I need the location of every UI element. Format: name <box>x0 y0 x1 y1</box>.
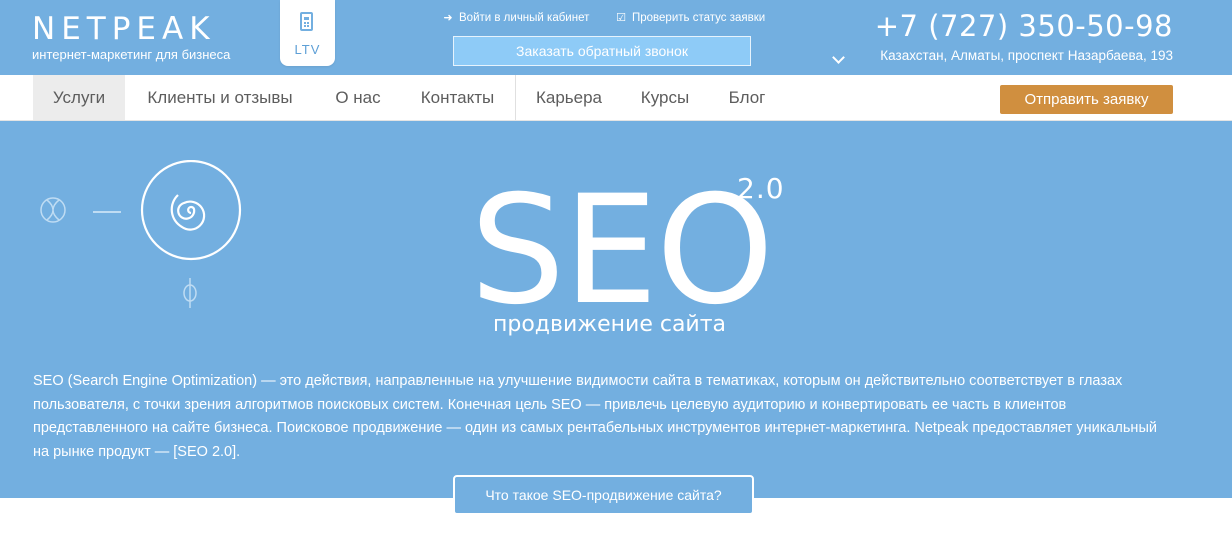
what-is-seo-button[interactable]: Что такое SEO-продвижение сайта? <box>453 475 754 515</box>
nav-item-blog[interactable]: Блог <box>708 75 786 120</box>
account-link[interactable]: ➜ Войти в личный кабинет <box>442 11 589 25</box>
nav-item-services[interactable]: Услуги <box>33 75 125 120</box>
status-link-label: Проверить статус заявки <box>632 12 766 24</box>
chevron-down-icon[interactable] <box>832 51 845 64</box>
logo-tagline: интернет-маркетинг для бизнеса <box>32 47 231 62</box>
calculator-icon <box>300 12 313 31</box>
account-link-label: Войти в личный кабинет <box>459 12 590 24</box>
logo[interactable]: NETPEAK интернет-маркетинг для бизнеса <box>32 12 230 63</box>
nav-item-career[interactable]: Карьера <box>516 75 622 120</box>
send-request-button[interactable]: Отправить заявку <box>1000 85 1173 114</box>
login-icon: ➜ <box>443 12 453 24</box>
hero-title: SEO <box>470 164 774 338</box>
spiral-icon[interactable] <box>140 160 242 261</box>
main-nav: Услуги Клиенты и отзывы О нас Контакты К… <box>0 75 1232 121</box>
hero-decoration <box>40 160 242 308</box>
ltv-label: LTV <box>294 42 321 57</box>
phone-number[interactable]: +7 (727) 350-50-98 <box>875 9 1173 43</box>
header-bar: NETPEAK интернет-маркетинг для бизнеса L… <box>0 0 1232 75</box>
callback-button[interactable]: Заказать обратный звонок <box>453 36 751 66</box>
nav-item-contacts[interactable]: Контакты <box>401 75 514 120</box>
dna-icon[interactable] <box>40 197 66 223</box>
hero-subtitle: продвижение сайта <box>493 312 727 337</box>
hero-version: 2.0 <box>737 172 785 205</box>
checkbox-icon: ☑ <box>616 12 626 24</box>
logo-wordmark: NETPEAK <box>32 11 216 47</box>
fork-icon[interactable] <box>183 278 197 308</box>
address-text: Казахстан, Алматы, проспект Назарбаева, … <box>880 48 1173 63</box>
nav-item-clients[interactable]: Клиенты и отзывы <box>125 75 315 120</box>
ltv-tab[interactable]: LTV <box>280 0 335 66</box>
nav-item-courses[interactable]: Курсы <box>622 75 708 120</box>
hero-description: SEO (Search Engine Optimization) — это д… <box>33 373 1157 460</box>
nav-item-about[interactable]: О нас <box>315 75 401 120</box>
status-link[interactable]: ☑ Проверить статус заявки <box>615 11 765 25</box>
